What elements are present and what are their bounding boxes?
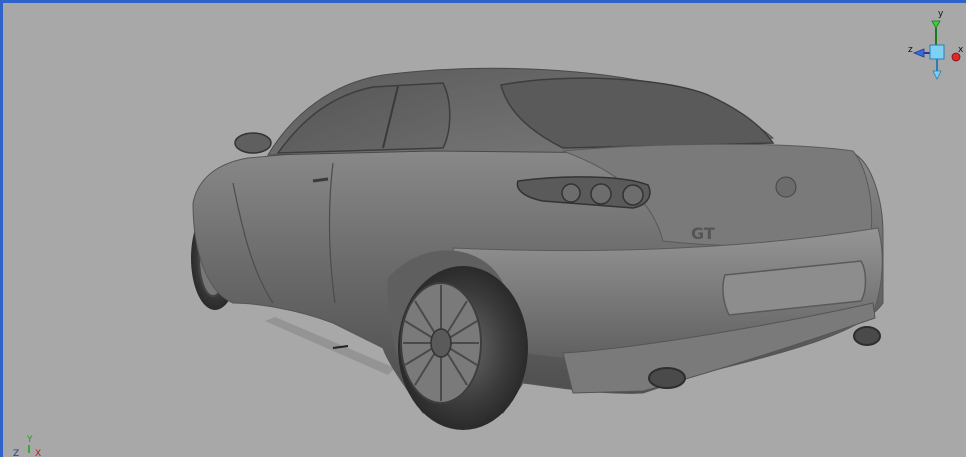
view-cube-icon[interactable]: y z x [906, 7, 966, 83]
axis-z-label: z [908, 45, 913, 55]
axis-y-arrow [931, 20, 941, 29]
3d-viewport[interactable]: GT y z x Y Z X [0, 0, 966, 457]
mini-axis-z-label: Z [13, 449, 19, 457]
car-model-render[interactable]: GT [3, 3, 966, 457]
axis-x-dot [951, 52, 961, 62]
axis-z-arrow [912, 48, 925, 58]
exhaust-right [853, 326, 881, 346]
gt-badge: GT [691, 224, 715, 243]
mini-axis-x-label: X [35, 449, 41, 457]
exhaust-left [648, 367, 686, 389]
axis-tripod-icon: Y Z X [7, 431, 49, 457]
view-cube-box [929, 44, 945, 60]
side-mirror [234, 132, 272, 154]
axis-x-label: x [958, 45, 964, 55]
mini-axis-y-label: Y [26, 435, 33, 445]
rear-emblem [775, 176, 797, 198]
axis-y-label: y [938, 9, 944, 19]
